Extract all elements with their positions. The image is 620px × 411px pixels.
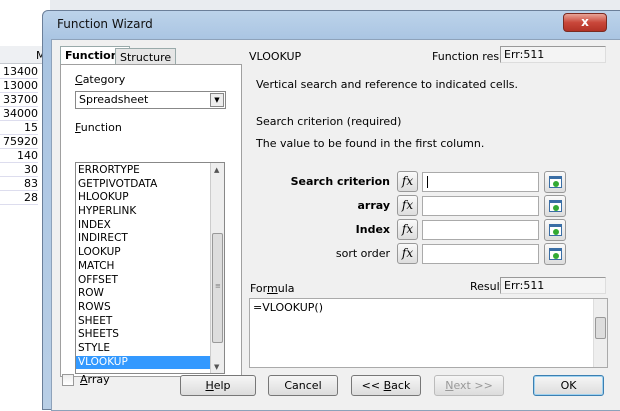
parameter-title: Search criterion (required): [256, 115, 402, 128]
function-list[interactable]: ERRORTYPE GETPIVOTDATA HLOOKUP HYPERLINK IND…: [75, 162, 225, 374]
functions-panel: Category Spreadsheet ▼ Function ERRORTYP…: [60, 64, 242, 377]
fx-icon[interactable]: fx: [397, 171, 418, 192]
argument-input[interactable]: [422, 220, 539, 240]
function-name: VLOOKUP: [249, 50, 302, 63]
cancel-button[interactable]: Cancel: [268, 375, 338, 396]
function-list-item[interactable]: HLOOKUP: [76, 191, 210, 205]
back-button[interactable]: << Back: [351, 375, 421, 396]
fx-icon[interactable]: fx: [397, 243, 418, 264]
result-field: Err:511: [500, 277, 606, 294]
function-list-item[interactable]: STYLE: [76, 342, 210, 356]
function-list-item[interactable]: VLOOKUP: [76, 355, 210, 370]
function-description: Vertical search and reference to indicat…: [256, 78, 519, 91]
formula-scrollbar[interactable]: [593, 299, 607, 367]
sheet-cell[interactable]: 140: [0, 149, 38, 163]
shrink-select-icon[interactable]: [544, 195, 566, 217]
argument-label: sort order: [335, 247, 390, 260]
function-list-item[interactable]: GETPIVOTDATA: [76, 178, 210, 192]
argument-label: array: [357, 199, 390, 212]
sheet-cell[interactable]: 13400: [0, 65, 38, 79]
function-list-item[interactable]: INDEX: [76, 219, 210, 233]
function-list-item[interactable]: ROW: [76, 287, 210, 301]
sheet-cell[interactable]: 34000: [0, 107, 38, 121]
ok-button[interactable]: OK: [533, 375, 604, 396]
sheet-cell[interactable]: 75920: [0, 135, 38, 149]
function-wizard-dialog: Function Wizard x Functions Structure Ca…: [42, 10, 620, 411]
argument-input[interactable]: [422, 244, 539, 264]
dialog-title: Function Wizard: [57, 17, 153, 31]
parameter-description: The value to be found in the first colum…: [256, 137, 485, 150]
function-list-item[interactable]: SHEETS: [76, 328, 210, 342]
scroll-down-icon[interactable]: ▼: [214, 363, 219, 371]
function-list-item[interactable]: ROWS: [76, 301, 210, 315]
function-result-field: Err:511: [500, 46, 606, 63]
fx-icon[interactable]: fx: [397, 219, 418, 240]
formula-scrollbar-thumb[interactable]: [595, 317, 606, 339]
sheet-cell[interactable]: 13000: [0, 79, 38, 93]
shrink-select-icon[interactable]: [544, 171, 566, 193]
function-list-item[interactable]: ERRORTYPE: [76, 164, 210, 178]
function-list-item[interactable]: OFFSET: [76, 274, 210, 288]
function-list-item[interactable]: INDIRECT: [76, 232, 210, 246]
close-button[interactable]: x: [563, 13, 607, 32]
array-label: Array: [80, 373, 110, 386]
chevron-down-icon[interactable]: ▼: [210, 93, 224, 107]
array-checkbox[interactable]: [62, 374, 74, 386]
argument-input[interactable]: [422, 172, 539, 192]
help-button[interactable]: Help: [180, 375, 256, 396]
function-list-item[interactable]: HYPERLINK: [76, 205, 210, 219]
argument-input[interactable]: [422, 196, 539, 216]
argument-label: Search criterion: [290, 175, 390, 188]
scrollbar-thumb[interactable]: ≡: [212, 233, 223, 343]
sheet-cell[interactable]: 28: [0, 191, 38, 205]
dialog-body: Functions Structure Category Spreadsheet…: [51, 39, 620, 411]
formula-textarea[interactable]: =VLOOKUP(): [249, 298, 608, 368]
sheet-cell[interactable]: 83: [0, 177, 38, 191]
function-list-item[interactable]: SHEET: [76, 315, 210, 329]
shrink-select-icon[interactable]: [544, 219, 566, 241]
function-label: Function: [75, 121, 122, 134]
category-select[interactable]: Spreadsheet ▼: [75, 91, 226, 109]
function-list-scrollbar[interactable]: ▲ ≡ ▼: [210, 163, 224, 373]
sheet-cell[interactable]: 33700: [0, 93, 38, 107]
formula-label: Formula: [250, 282, 295, 295]
shrink-select-icon[interactable]: [544, 243, 566, 265]
sheet-cell[interactable]: 15: [0, 121, 38, 135]
formula-text: =VLOOKUP(): [253, 301, 323, 314]
function-list-item[interactable]: MATCH: [76, 260, 210, 274]
category-value: Spreadsheet: [79, 93, 149, 106]
result-label: Result: [470, 280, 504, 293]
sheet-cell[interactable]: 30: [0, 163, 38, 177]
category-label: Category: [75, 73, 126, 86]
scroll-up-icon[interactable]: ▲: [214, 166, 219, 174]
next-button[interactable]: Next >>: [434, 375, 504, 396]
function-list-item[interactable]: LOOKUP: [76, 246, 210, 260]
fx-icon[interactable]: fx: [397, 195, 418, 216]
argument-label: Index: [355, 223, 390, 236]
